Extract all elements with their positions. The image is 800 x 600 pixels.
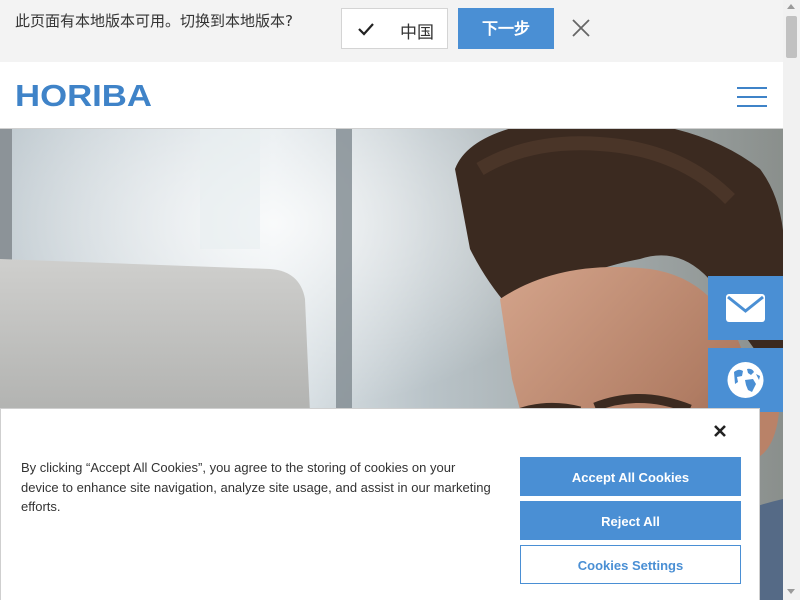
country-selector[interactable]: 中国	[341, 8, 448, 49]
selected-country: 中国	[400, 23, 434, 43]
cookie-consent-banner: By clicking “Accept All Cookies”, you ag…	[0, 408, 760, 600]
contact-email-button[interactable]	[708, 276, 783, 340]
hamburger-menu-icon[interactable]	[737, 84, 769, 108]
scroll-up-arrow-icon[interactable]	[787, 4, 795, 9]
next-button[interactable]: 下一步	[458, 8, 554, 49]
reject-all-button[interactable]: Reject All	[520, 501, 741, 540]
locale-banner: 此页面有本地版本可用。切换到本地版本? 中国 下一步	[0, 0, 783, 62]
globe-icon	[727, 362, 764, 398]
cookie-policy-text: By clicking “Accept All Cookies”, you ag…	[21, 460, 491, 514]
accept-all-cookies-button[interactable]: Accept All Cookies	[520, 457, 741, 496]
vertical-scrollbar[interactable]	[783, 0, 800, 600]
close-icon[interactable]	[570, 17, 592, 39]
cookies-settings-button[interactable]: Cookies Settings	[520, 545, 741, 584]
scroll-down-arrow-icon[interactable]	[787, 589, 795, 594]
cookie-close-icon[interactable]	[712, 423, 728, 439]
locale-message: 此页面有本地版本可用。切换到本地版本?	[15, 12, 293, 30]
site-header: HORIBA	[0, 62, 783, 129]
region-globe-button[interactable]	[708, 348, 783, 412]
check-icon	[358, 23, 374, 36]
envelope-icon	[726, 294, 765, 322]
horiba-logo[interactable]: HORIBA	[15, 78, 152, 114]
scroll-thumb[interactable]	[786, 16, 797, 58]
